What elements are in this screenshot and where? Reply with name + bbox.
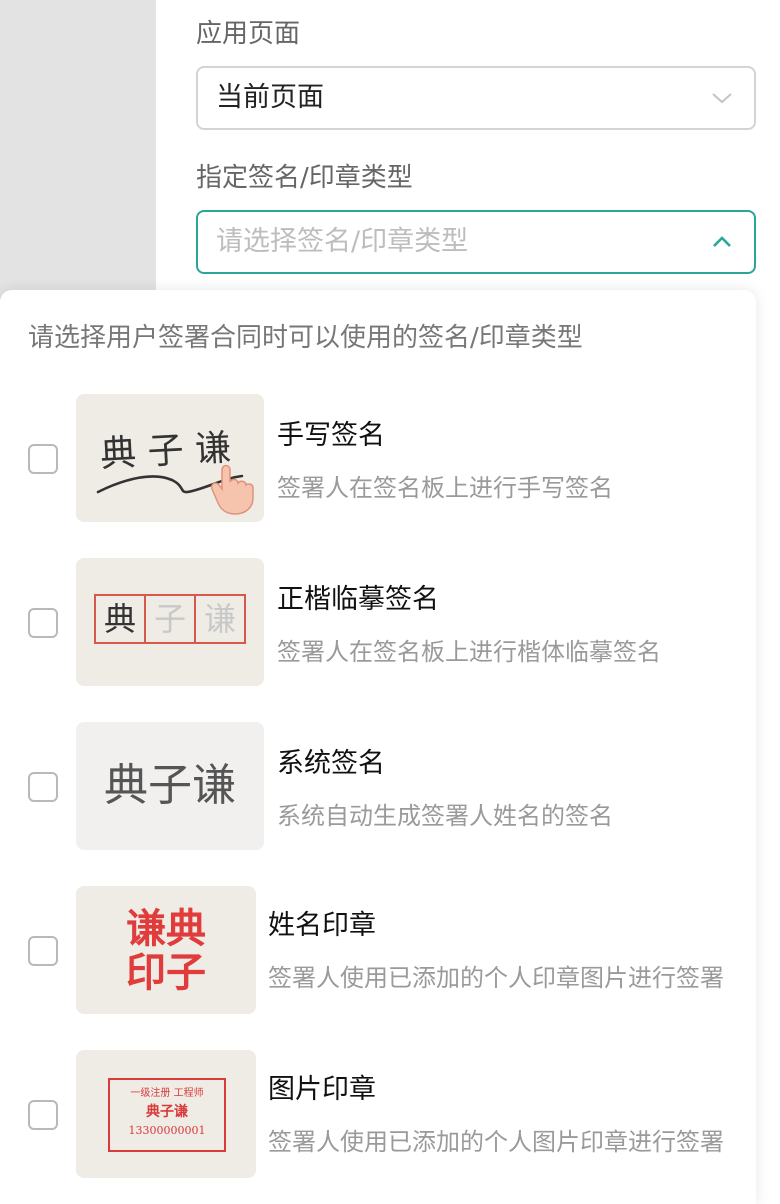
image-seal-line: 13300000001 — [128, 1124, 206, 1137]
chevron-down-icon — [712, 93, 732, 104]
option-handwritten[interactable]: 典 子 谦 手写签名 签署人在签名板上进行手写签名 — [0, 394, 756, 524]
option-image-seal[interactable]: 一级注册 工程师 典子谦 13300000001 图片印章 签署人使用已添加的个… — [0, 1050, 756, 1180]
option-title: 系统签名 — [277, 748, 385, 779]
option-title: 手写签名 — [277, 420, 385, 451]
image-seal-frame: 一级注册 工程师 典子谦 13300000001 — [108, 1078, 226, 1152]
copy-char: 谦 — [203, 600, 236, 638]
sign-type-select[interactable]: 请选择签名/印章类型 — [196, 210, 756, 274]
image-seal-sample-image: 一级注册 工程师 典子谦 13300000001 — [76, 1050, 256, 1178]
option-description: 签署人使用已添加的个人图片印章进行签署 — [268, 1128, 724, 1156]
copy-grid: 典 子 谦 — [94, 594, 246, 644]
image-seal-line: 典子谦 — [146, 1104, 188, 1120]
dropdown-hint: 请选择用户签署合同时可以使用的签名/印章类型 — [28, 323, 583, 353]
sign-type-dropdown: 请选择用户签署合同时可以使用的签名/印章类型 典 子 谦 手写签名 签署人在签名… — [0, 290, 756, 1204]
handwritten-sample-image: 典 子 谦 — [76, 394, 264, 522]
copy-char: 子 — [146, 596, 196, 642]
option-title: 正楷临摹签名 — [277, 584, 439, 615]
option-title: 姓名印章 — [268, 910, 376, 941]
sign-type-label: 指定签名/印章类型 — [196, 163, 413, 193]
copy-signature-sample-image: 典 子 谦 — [76, 558, 264, 686]
option-title: 图片印章 — [268, 1074, 376, 1105]
name-seal-line: 谦典 — [126, 905, 206, 952]
option-checkbox[interactable] — [28, 772, 58, 802]
copy-char: 典 — [96, 596, 146, 642]
option-copy-signature[interactable]: 典 子 谦 正楷临摹签名 签署人在签名板上进行楷体临摹签名 — [0, 558, 756, 688]
apply-page-value: 当前页面 — [216, 82, 324, 113]
system-signature-text: 典子谦 — [104, 760, 236, 811]
name-seal-line: 印子 — [126, 949, 206, 996]
option-checkbox[interactable] — [28, 936, 58, 966]
left-panel — [0, 0, 156, 300]
image-seal-line: 一级注册 工程师 — [130, 1088, 204, 1099]
system-signature-sample-image: 典子谦 — [76, 722, 264, 850]
option-system-signature[interactable]: 典子谦 系统签名 系统自动生成签署人姓名的签名 — [0, 722, 756, 852]
option-checkbox[interactable] — [28, 444, 58, 474]
option-name-seal[interactable]: 谦典 印子 姓名印章 签署人使用已添加的个人印章图片进行签署 — [0, 886, 756, 1016]
option-checkbox[interactable] — [28, 608, 58, 638]
option-description: 签署人在签名板上进行楷体临摹签名 — [277, 638, 661, 666]
chevron-up-icon — [713, 236, 731, 247]
option-description: 签署人在签名板上进行手写签名 — [277, 474, 613, 502]
option-checkbox[interactable] — [28, 1100, 58, 1130]
hand-pointer-icon — [96, 464, 254, 515]
option-description: 系统自动生成签署人姓名的签名 — [277, 802, 613, 830]
option-description: 签署人使用已添加的个人印章图片进行签署 — [268, 964, 724, 992]
sign-type-placeholder: 请选择签名/印章类型 — [216, 226, 469, 257]
name-seal-sample-image: 谦典 印子 — [76, 886, 256, 1014]
apply-page-select[interactable]: 当前页面 — [196, 66, 756, 130]
apply-page-label: 应用页面 — [196, 19, 301, 49]
